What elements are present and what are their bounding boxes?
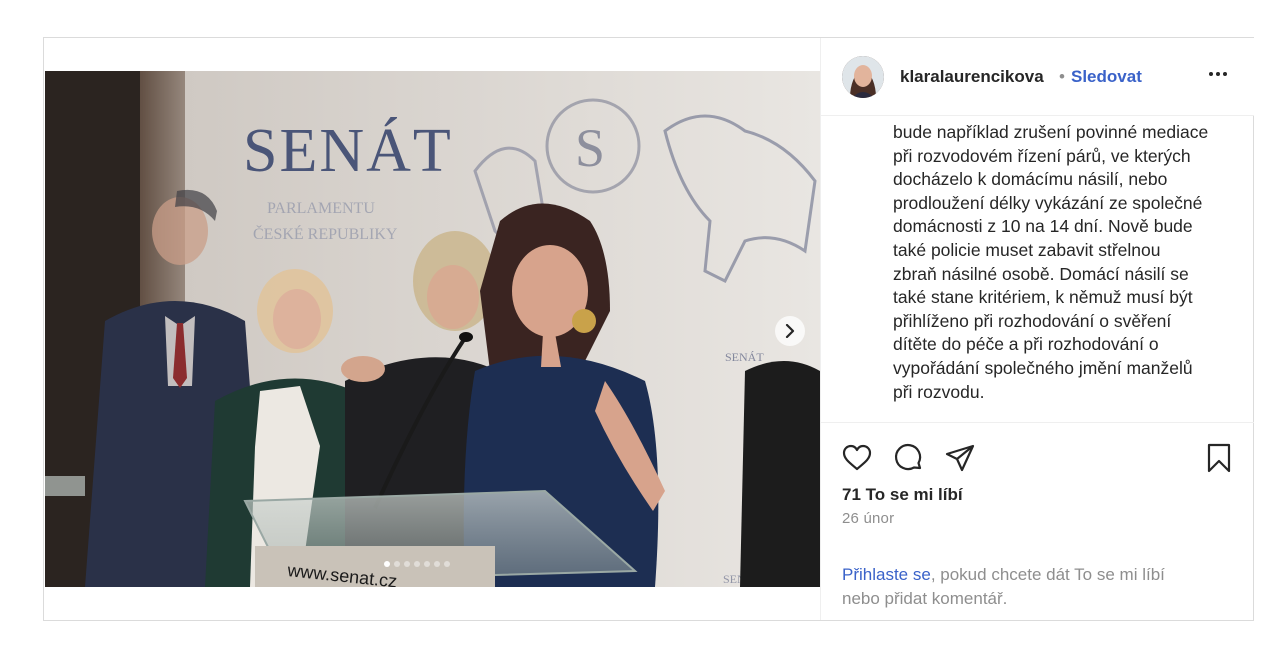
backdrop-subtitle-2: ČESKÉ REPUBLIKY bbox=[253, 224, 398, 243]
login-prompt-text: , pokud chcete dát To se mi líbí bbox=[930, 565, 1165, 584]
header-separator: • bbox=[1059, 67, 1065, 86]
caption-line: prodloužení délky vykázání ze společné bbox=[893, 192, 1203, 213]
caption-line: vypořádání společného jmění manželů bbox=[893, 357, 1193, 378]
post-header: klaralaurencikova • Sledovat bbox=[821, 38, 1254, 116]
likes-count[interactable]: 71 To se mi líbí bbox=[842, 485, 963, 505]
caption-line: při rozvodu. bbox=[893, 381, 985, 402]
username-link[interactable]: klaralaurencikova bbox=[900, 67, 1044, 87]
login-link[interactable]: Přihlaste se bbox=[842, 565, 931, 584]
login-prompt: Přihlaste se, pokud chcete dát To se mi … bbox=[842, 563, 1242, 611]
share-icon bbox=[945, 444, 975, 472]
post-media: SENÁT PARLAMENTU ČESKÉ REPUBLIKY S SENÁT… bbox=[44, 38, 820, 620]
backdrop-subtitle-1: PARLAMENTU bbox=[267, 200, 375, 217]
more-dot bbox=[1209, 72, 1213, 76]
bookmark-icon bbox=[1207, 443, 1231, 473]
avatar[interactable] bbox=[842, 56, 884, 98]
svg-text:S: S bbox=[575, 118, 605, 178]
comment-button[interactable] bbox=[893, 442, 925, 474]
heart-icon bbox=[842, 444, 872, 471]
more-dot bbox=[1216, 72, 1220, 76]
caption-line: zbraň násilné osobě. Domácí násilí se bbox=[893, 263, 1189, 284]
login-prompt-text-2: nebo přidat komentář. bbox=[842, 589, 1008, 608]
side-logo: SENÁT bbox=[725, 350, 764, 364]
more-options-button[interactable] bbox=[1206, 64, 1230, 84]
post-date[interactable]: 26 únor bbox=[842, 510, 894, 527]
caption-line: při rozvodovém řízení párů, ve kterých bbox=[893, 145, 1191, 166]
carousel-dot bbox=[434, 561, 440, 567]
carousel-dot bbox=[394, 561, 400, 567]
carousel-dot bbox=[404, 561, 410, 567]
save-button[interactable] bbox=[1203, 442, 1235, 474]
like-button[interactable] bbox=[841, 442, 873, 474]
share-button[interactable] bbox=[944, 442, 976, 474]
post-side-panel: klaralaurencikova • Sledovat bude napřík… bbox=[820, 38, 1254, 620]
comment-icon bbox=[894, 443, 922, 471]
caption-line: přihlíženo při rozhodování o svěření bbox=[893, 310, 1172, 331]
instagram-post: SENÁT PARLAMENTU ČESKÉ REPUBLIKY S SENÁT… bbox=[43, 37, 1254, 621]
caption-line: dítěte do péče a při rozhodování o bbox=[893, 334, 1159, 355]
carousel-dot bbox=[414, 561, 420, 567]
carousel-dot bbox=[384, 561, 390, 567]
chevron-right-icon bbox=[785, 324, 795, 338]
caption-line: bude například zrušení povinné mediace bbox=[893, 122, 1209, 142]
post-photo[interactable]: SENÁT PARLAMENTU ČESKÉ REPUBLIKY S SENÁT… bbox=[45, 71, 820, 587]
divider bbox=[821, 422, 1254, 423]
next-slide-button[interactable] bbox=[775, 316, 805, 346]
caption-line: docházelo k domácímu násilí, nebo bbox=[893, 169, 1168, 190]
carousel-dot bbox=[424, 561, 430, 567]
carousel-dots bbox=[384, 561, 450, 567]
action-bar bbox=[841, 442, 1241, 474]
backdrop-title: SENÁT bbox=[243, 117, 453, 185]
caption-line: domácnosti z 10 na 14 dní. Nově bude bbox=[893, 216, 1193, 237]
more-dot bbox=[1223, 72, 1227, 76]
caption-line: také policie muset zabavit střelnou bbox=[893, 239, 1161, 260]
follow-button[interactable]: Sledovat bbox=[1071, 67, 1142, 87]
caption-line: také stane kritériem, k němuž musí být bbox=[893, 287, 1193, 308]
carousel-dot bbox=[444, 561, 450, 567]
post-caption: bude například zrušení povinné mediace př… bbox=[893, 121, 1243, 404]
